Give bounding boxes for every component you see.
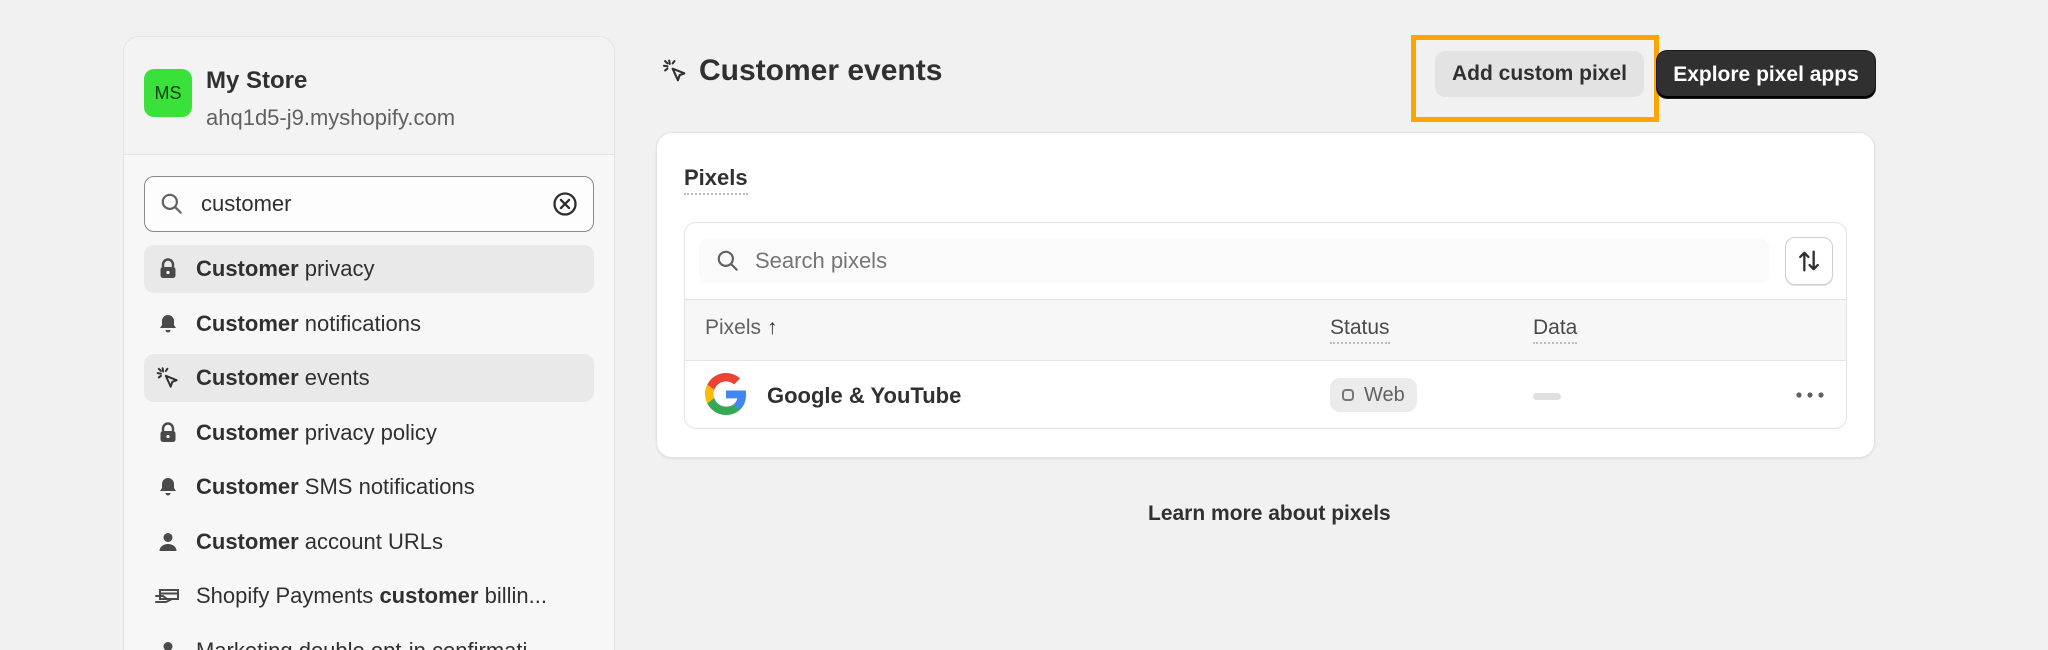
store-avatar: MS xyxy=(144,69,192,117)
result-label: Marketing double opt-in confirmati xyxy=(196,637,528,650)
explore-pixel-apps-button[interactable]: Explore pixel apps xyxy=(1657,51,1875,98)
result-customer-privacy[interactable]: Customer privacy xyxy=(144,245,594,293)
result-customer-notifications[interactable]: Customer notifications xyxy=(144,300,594,348)
result-customer-sms-notifications[interactable]: Customer SMS notifications xyxy=(144,463,594,511)
status-dot-icon xyxy=(1342,389,1354,401)
person-icon xyxy=(154,637,182,650)
search-icon xyxy=(717,250,738,271)
store-info: My Store ahq1d5-j9.myshopify.com xyxy=(206,65,455,131)
sort-up-icon: ↑ xyxy=(767,316,778,339)
column-header-pixels[interactable]: Pixels ↑ xyxy=(705,316,778,340)
google-g-icon xyxy=(705,373,747,415)
hand-card-icon xyxy=(154,582,182,610)
table-header: Pixels ↑ Status Data xyxy=(685,299,1846,361)
data-placeholder xyxy=(1533,393,1561,400)
bell-icon xyxy=(154,473,182,501)
row-actions-button[interactable] xyxy=(1790,381,1830,409)
result-label: Customer privacy policy xyxy=(196,419,437,445)
result-label: Customer privacy xyxy=(196,256,375,281)
pixels-search-input[interactable] xyxy=(755,248,1753,274)
result-customer-privacy-policy[interactable]: Customer privacy policy xyxy=(144,409,594,457)
sort-arrows-icon xyxy=(1799,250,1819,272)
sort-button[interactable] xyxy=(1785,237,1833,285)
settings-search-input[interactable] xyxy=(201,191,551,217)
result-label: Customer account URLs xyxy=(196,528,443,554)
store-domain: ahq1d5-j9.myshopify.com xyxy=(206,105,456,130)
column-header-status: Status xyxy=(1330,316,1390,344)
settings-search-box[interactable] xyxy=(144,176,594,232)
result-label: Customer events xyxy=(196,365,370,390)
result-label: Customer SMS notifications xyxy=(196,474,475,499)
result-marketing-double-opt-in[interactable]: Marketing double opt-in confirmati xyxy=(144,627,594,650)
pixels-card: Pixels Pixels ↑ Status Data xyxy=(656,132,1875,458)
page-title-text: Customer events xyxy=(699,54,943,87)
pixels-search-box[interactable] xyxy=(699,239,1769,283)
status-badge: Web xyxy=(1330,378,1417,412)
person-icon xyxy=(154,528,182,556)
search-icon xyxy=(161,193,182,214)
pixel-name[interactable]: Google & YouTube xyxy=(767,383,961,409)
pixels-card-title: Pixels xyxy=(684,165,748,195)
store-header[interactable]: MS My Store ahq1d5-j9.myshopify.com xyxy=(124,37,614,155)
add-custom-pixel-button[interactable]: Add custom pixel xyxy=(1435,51,1644,97)
result-customer-events[interactable]: Customer events xyxy=(144,354,594,402)
result-label: Customer notifications xyxy=(196,310,421,336)
learn-more-link[interactable]: Learn more about pixels xyxy=(1148,502,1391,526)
column-header-data: Data xyxy=(1533,316,1578,344)
cursor-click-icon xyxy=(154,364,182,392)
pixels-table: Pixels ↑ Status Data Google & YouTube We… xyxy=(684,222,1847,429)
cursor-click-icon xyxy=(662,59,686,82)
more-horizontal-icon xyxy=(1796,392,1824,398)
lock-icon xyxy=(154,419,182,447)
circle-x-icon[interactable] xyxy=(551,190,579,218)
result-customer-account-urls[interactable]: Customer account URLs xyxy=(144,518,594,566)
store-name: My Store xyxy=(206,67,308,94)
settings-sidebar: MS My Store ahq1d5-j9.myshopify.com Cust… xyxy=(123,36,615,650)
table-row[interactable]: Google & YouTube Web xyxy=(685,361,1846,428)
page-title: Customer events xyxy=(661,54,942,88)
result-label: Shopify Payments customer billin... xyxy=(196,583,547,608)
lock-icon xyxy=(154,255,182,283)
result-shopify-payments-customer-billing[interactable]: Shopify Payments customer billin... xyxy=(144,572,594,620)
bell-icon xyxy=(154,310,182,338)
search-results-list: Customer privacy Customer notifications … xyxy=(144,245,594,650)
